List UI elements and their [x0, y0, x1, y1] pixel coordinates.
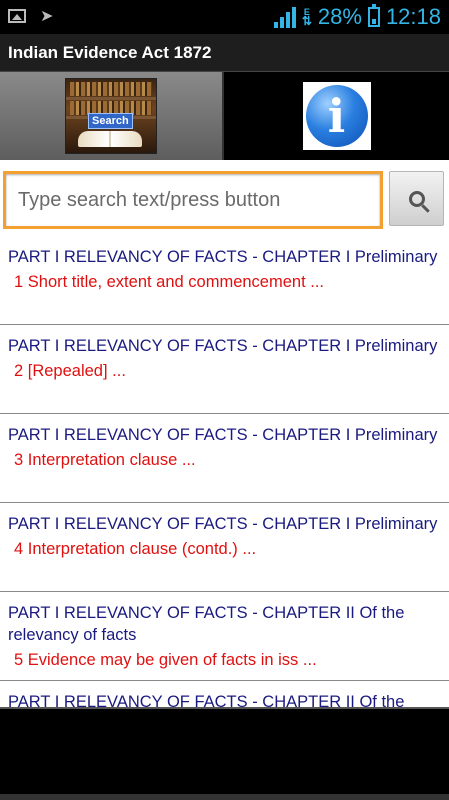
list-item[interactable]: PART I RELEVANCY OF FACTS - CHAPTER I Pr… — [0, 503, 449, 592]
library-search-icon: Search — [65, 78, 157, 154]
signal-icon — [273, 6, 296, 28]
info-glyph: i — [305, 85, 368, 147]
list-item-title: PART I RELEVANCY OF FACTS - CHAPTER II O… — [8, 604, 405, 644]
clock: 12:18 — [385, 4, 441, 29]
list-item-subtitle: 3 Interpretation clause ... — [14, 451, 196, 469]
info-icon: i — [302, 82, 371, 150]
results-list[interactable]: PART I RELEVANCY OF FACTS - CHAPTER I Pr… — [0, 236, 449, 709]
list-item-title: PART I RELEVANCY OF FACTS - CHAPTER I Pr… — [8, 248, 438, 266]
search-bar — [0, 160, 449, 236]
list-item-title: PART I RELEVANCY OF FACTS - CHAPTER I Pr… — [8, 426, 438, 444]
list-item[interactable]: PART I RELEVANCY OF FACTS - CHAPTER I Pr… — [0, 414, 449, 503]
list-item-subtitle: 2 [Repealed] ... — [14, 362, 126, 380]
search-input[interactable] — [3, 171, 383, 229]
search-button[interactable] — [389, 171, 444, 226]
list-item[interactable]: PART I RELEVANCY OF FACTS - CHAPTER I Pr… — [0, 325, 449, 414]
list-item[interactable]: PART I RELEVANCY OF FACTS - CHAPTER II O… — [0, 592, 449, 681]
battery-percent: 28% — [317, 4, 362, 29]
search-icon — [408, 190, 425, 207]
list-item[interactable]: PART I RELEVANCY OF FACTS - CHAPTER II O… — [0, 681, 449, 709]
bottom-area — [0, 709, 449, 800]
divider — [0, 794, 449, 800]
tab-info[interactable]: i — [224, 72, 449, 160]
list-item-title: PART I RELEVANCY OF FACTS - CHAPTER II O… — [8, 693, 405, 709]
app-title: Indian Evidence Act 1872 — [0, 34, 449, 72]
tab-bar: Search i — [0, 72, 449, 160]
tab-search[interactable]: Search — [0, 72, 224, 160]
list-item-subtitle: 1 Short title, extent and commencement .… — [14, 273, 324, 291]
arrow-icon: ➤ — [40, 6, 54, 25]
data-icon: E ⇅ — [301, 7, 312, 28]
image-icon — [8, 9, 26, 23]
status-bar: ➤ E ⇅ 28% 12:18 — [0, 0, 449, 34]
list-item-title: PART I RELEVANCY OF FACTS - CHAPTER I Pr… — [8, 515, 438, 533]
search-tab-label: Search — [88, 113, 133, 129]
list-item-subtitle: 5 Evidence may be given of facts in iss … — [14, 651, 317, 669]
list-item[interactable]: PART I RELEVANCY OF FACTS - CHAPTER I Pr… — [0, 236, 449, 325]
list-item-title: PART I RELEVANCY OF FACTS - CHAPTER I Pr… — [8, 337, 438, 355]
battery-icon — [367, 4, 380, 27]
list-item-subtitle: 4 Interpretation clause (contd.) ... — [14, 540, 257, 558]
